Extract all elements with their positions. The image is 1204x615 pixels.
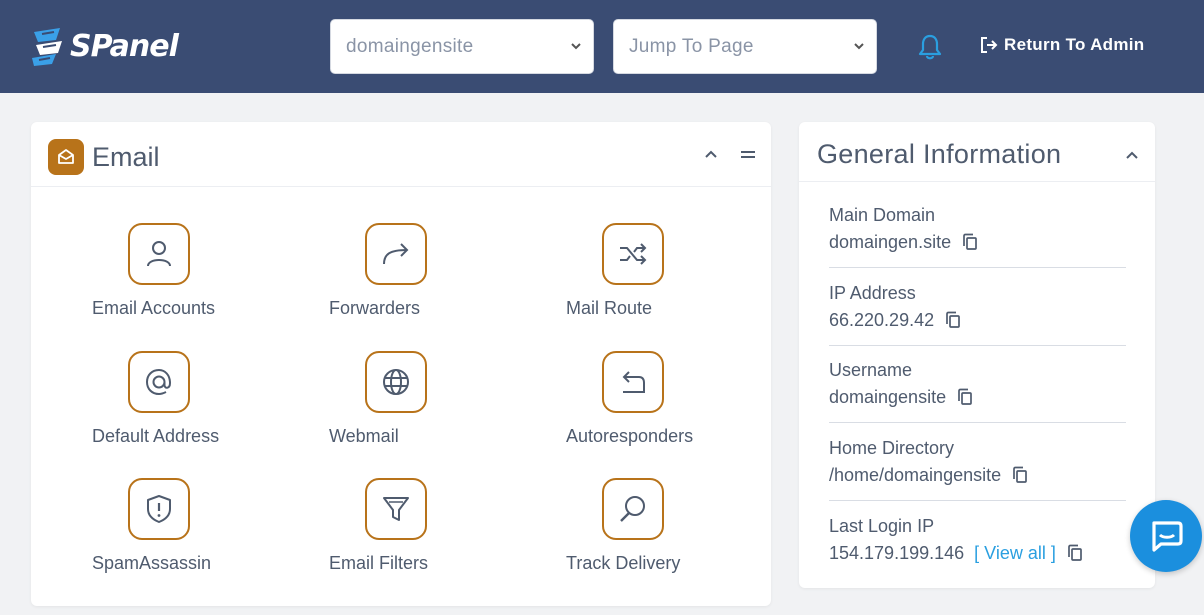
- forward-arrow-icon: [383, 243, 409, 265]
- forwarders-tile[interactable]: Forwarders: [329, 223, 529, 319]
- envelope-open-icon: [58, 149, 74, 164]
- return-to-admin-label: Return To Admin: [1004, 35, 1145, 54]
- collapse-chevron-up-icon[interactable]: [1124, 148, 1140, 164]
- main-domain-value-wrap: domaingen.site: [829, 231, 1126, 253]
- forwarders-icon-box: [365, 223, 427, 285]
- spamassassin-label: SpamAssassin: [92, 553, 212, 573]
- home-directory-value: /home/domaingensite: [829, 465, 1002, 485]
- home-directory-value-wrap: /home/domaingensite: [829, 464, 1126, 486]
- live-chat-button[interactable]: [1130, 500, 1202, 572]
- username-value-wrap: domaingensite: [829, 386, 1126, 408]
- top-navbar: SPanel domaingensite Jump To Page Return…: [0, 0, 1204, 93]
- spanel-logo[interactable]: SPanel: [30, 26, 179, 66]
- general-information-title: General Information: [817, 139, 1062, 169]
- email-panel-title: Email: [92, 142, 160, 172]
- info-row-ip-address: IP Address 66.220.29.42: [829, 282, 1126, 346]
- webmail-tile[interactable]: Webmail: [329, 351, 529, 447]
- logout-icon: [981, 37, 998, 53]
- chat-bubble-icon: [1152, 521, 1183, 552]
- return-to-admin-link[interactable]: Return To Admin: [979, 35, 1144, 55]
- email-filters-label: Email Filters: [329, 553, 429, 573]
- email-filters-icon-box: [365, 478, 427, 540]
- track-delivery-tile[interactable]: Track Delivery: [566, 478, 766, 574]
- default-address-label: Default Address: [92, 426, 220, 446]
- collapse-chevron-up-icon[interactable]: [702, 146, 720, 164]
- shuffle-icon: [620, 243, 647, 265]
- default-address-icon-box: [128, 351, 190, 413]
- domain-select-value: domaingensite: [346, 35, 474, 57]
- ip-address-value-wrap: 66.220.29.42: [829, 309, 1126, 331]
- user-icon: [147, 241, 171, 267]
- spamassassin-tile[interactable]: SpamAssassin: [92, 478, 292, 574]
- forwarders-label: Forwarders: [329, 298, 421, 318]
- copy-icon[interactable]: [1011, 466, 1029, 484]
- email-accounts-label: Email Accounts: [92, 298, 216, 318]
- at-sign-icon: [145, 368, 172, 396]
- autoresponders-label: Autoresponders: [566, 426, 694, 446]
- drag-handle-icon[interactable]: [739, 146, 757, 164]
- ip-address-value: 66.220.29.42: [829, 310, 935, 330]
- email-panel: Email Email Accounts Forwarders Mail Rou…: [31, 122, 771, 606]
- copy-icon[interactable]: [1066, 544, 1084, 562]
- email-accounts-icon-box: [128, 223, 190, 285]
- ip-address-label: IP Address: [829, 283, 916, 303]
- last-login-ip-value: 154.179.199.146: [829, 543, 965, 563]
- email-accounts-tile[interactable]: Email Accounts: [92, 223, 292, 319]
- info-row-last-login-ip: Last Login IP 154.179.199.146 [ View all…: [829, 515, 1126, 579]
- domain-select[interactable]: domaingensite: [330, 19, 594, 74]
- email-badge: [48, 139, 84, 175]
- webmail-icon-box: [365, 351, 427, 413]
- spamassassin-icon-box: [128, 478, 190, 540]
- chevron-down-icon: [854, 43, 864, 50]
- mail-route-tile[interactable]: Mail Route: [566, 223, 766, 319]
- mail-route-icon-box: [602, 223, 664, 285]
- bell-icon[interactable]: [917, 33, 943, 61]
- info-row-home-directory: Home Directory /home/domaingensite: [829, 437, 1126, 501]
- copy-icon[interactable]: [956, 388, 974, 406]
- general-information-header: General Information: [799, 122, 1155, 182]
- autoresponders-icon-box: [602, 351, 664, 413]
- main-domain-value: domaingen.site: [829, 232, 952, 252]
- jump-to-page-placeholder: Jump To Page: [629, 35, 754, 57]
- globe-icon: [383, 369, 409, 395]
- chevron-down-icon: [571, 43, 581, 50]
- email-filters-tile[interactable]: Email Filters: [329, 478, 529, 574]
- track-delivery-icon-box: [602, 478, 664, 540]
- info-row-username: Username domaingensite: [829, 359, 1126, 423]
- webmail-label: Webmail: [329, 426, 399, 446]
- track-delivery-label: Track Delivery: [566, 553, 681, 573]
- logo-text: SPanel: [70, 28, 179, 64]
- jump-to-page-select[interactable]: Jump To Page: [613, 19, 877, 74]
- username-value: domaingensite: [829, 387, 947, 407]
- copy-icon[interactable]: [944, 311, 962, 329]
- last-login-ip-label: Last Login IP: [829, 516, 935, 536]
- filter-icon: [383, 497, 409, 521]
- search-icon: [620, 496, 645, 522]
- general-information-panel: General Information Main Domain domainge…: [799, 122, 1155, 588]
- main-domain-label: Main Domain: [829, 205, 936, 225]
- home-directory-label: Home Directory: [829, 438, 955, 458]
- copy-icon[interactable]: [961, 233, 979, 251]
- default-address-tile[interactable]: Default Address: [92, 351, 292, 447]
- mail-route-label: Mail Route: [566, 298, 653, 318]
- view-all-link[interactable]: [ View all ]: [974, 542, 1056, 564]
- email-panel-header: Email: [31, 122, 771, 187]
- shield-alert-icon: [147, 495, 171, 523]
- autoresponders-tile[interactable]: Autoresponders: [566, 351, 766, 447]
- spanel-logo-icon: [32, 28, 62, 66]
- username-label: Username: [829, 360, 913, 380]
- last-login-ip-value-wrap: 154.179.199.146 [ View all ]: [829, 542, 1126, 564]
- info-row-main-domain: Main Domain domaingen.site: [829, 204, 1126, 268]
- reply-arrow-icon: [622, 371, 645, 393]
